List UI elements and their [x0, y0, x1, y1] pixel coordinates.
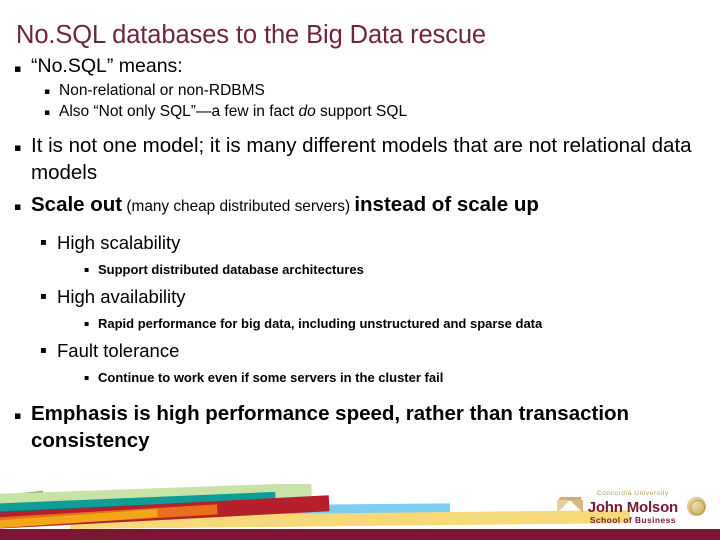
bullet-item: ▪ Non-relational or non-RDBMS [44, 80, 710, 101]
square-bullet-icon: ▪ [14, 62, 22, 75]
bullet-item: ▪ Support distributed database architect… [84, 260, 710, 279]
slide-body: ▪ “No.SQL” means: ▪ Non-relational or no… [14, 54, 710, 454]
slide-title: No.SQL databases to the Big Data rescue [16, 21, 487, 49]
bullet-text: High availability [57, 286, 186, 307]
bullet-text: It is not one model; it is many differen… [31, 134, 692, 184]
logo-text-block: Concordia University John Molson School … [587, 490, 678, 525]
logo-university-name: Concordia University [596, 490, 669, 497]
square-bullet-icon: ▪ [44, 108, 51, 118]
bullet-text-bold-a: Scale out [31, 193, 123, 216]
bullet-item: ▪ It is not one model; it is many differ… [14, 132, 710, 186]
bullet-text: “No.SQL” means: [31, 55, 183, 77]
footer-maroon-bar [0, 529, 720, 540]
bullet-item: ▪ Fault tolerance [40, 338, 710, 363]
bullet-text: Rapid performance for big data, includin… [98, 316, 543, 331]
bullet-text-parenthetical: (many cheap distributed servers) [122, 198, 355, 215]
bullet-item: ▪ “No.SQL” means: [14, 54, 710, 79]
university-seal-icon [687, 497, 706, 516]
square-bullet-icon: ▪ [40, 291, 47, 302]
square-bullet-icon: ▪ [14, 200, 22, 213]
bullet-text: Support distributed database architectur… [98, 262, 364, 277]
bullet-item: ▪ Scale out (many cheap distributed serv… [14, 191, 710, 220]
bullet-text: High scalability [57, 232, 181, 253]
bullet-text: Fault tolerance [57, 340, 180, 361]
square-bullet-icon: ▪ [84, 319, 90, 328]
bullet-item: ▪ Rapid performance for big data, includ… [84, 314, 710, 333]
bullet-text-italic: do [298, 103, 316, 120]
open-book-icon [556, 496, 583, 518]
book-pages-shape [556, 500, 583, 513]
square-bullet-icon: ▪ [40, 345, 47, 356]
bullet-text-bold-b: instead of scale up [354, 193, 539, 216]
logo-school-subtitle: School of Business [589, 514, 676, 525]
bullet-text-post: support SQL [315, 103, 408, 120]
square-bullet-icon: ▪ [14, 141, 22, 154]
square-bullet-icon: ▪ [84, 373, 90, 382]
bullet-text: Also “Not only SQL”—a few in fact do sup… [59, 101, 710, 122]
bullet-text: Emphasis is high performance speed, rath… [31, 402, 630, 452]
john-molson-logo: Concordia University John Molson School … [556, 490, 706, 525]
bullet-item: ▪ High scalability [40, 230, 710, 255]
logo-school-name: John Molson [587, 498, 678, 516]
square-bullet-icon: ▪ [14, 409, 22, 422]
square-bullet-icon: ▪ [84, 265, 90, 274]
bullet-item: ▪ Also “Not only SQL”—a few in fact do s… [44, 101, 710, 122]
bullet-item: ▪ High availability [40, 284, 710, 309]
bullet-item: ▪ Continue to work even if some servers … [84, 368, 710, 387]
bullet-item: ▪ Emphasis is high performance speed, ra… [14, 400, 710, 454]
slide: No.SQL databases to the Big Data rescue … [0, 0, 720, 540]
bullet-text: Non-relational or non-RDBMS [59, 82, 265, 99]
bullet-text: Scale out (many cheap distributed server… [31, 191, 710, 220]
square-bullet-icon: ▪ [40, 237, 47, 248]
bullet-text-pre: Also “Not only SQL”—a few in fact [59, 103, 299, 120]
square-bullet-icon: ▪ [44, 87, 51, 97]
bullet-text: Continue to work even if some servers in… [98, 370, 444, 385]
